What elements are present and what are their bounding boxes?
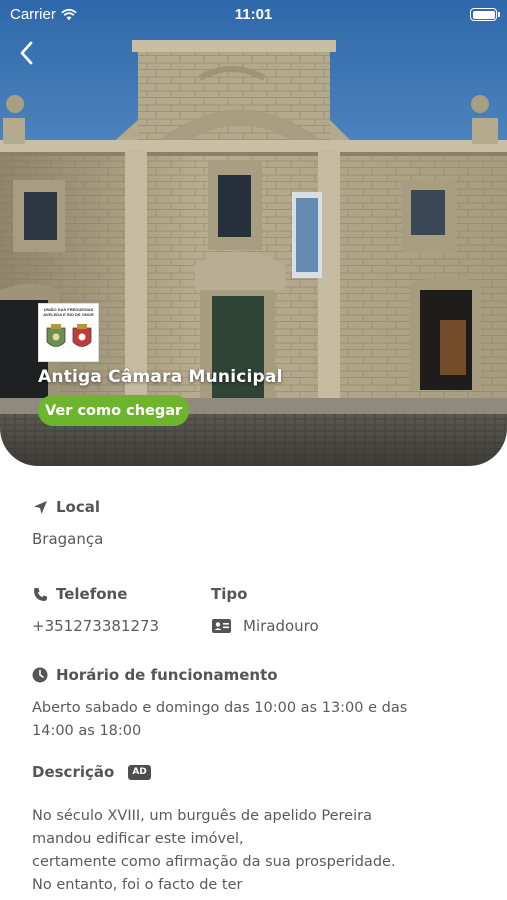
battery-icon (470, 8, 500, 21)
clock-icon (32, 667, 48, 683)
back-button[interactable] (12, 38, 40, 68)
status-bar: Carrier 11:01 (0, 0, 507, 30)
audio-description-badge[interactable]: AD (128, 764, 151, 780)
directions-button[interactable]: Ver como chegar (38, 395, 190, 426)
location-heading: Local (32, 498, 100, 516)
phone-label: Telefone (56, 585, 128, 603)
description-heading: Descrição AD (32, 763, 151, 781)
description-line: No entanto, foi o facto de ter (32, 877, 243, 893)
hours-line: Aberto sabado e domingo das 10:00 as 13:… (32, 700, 408, 716)
coat-of-arms-icon (46, 324, 92, 347)
hours-line: 14:00 as 18:00 (32, 723, 142, 739)
description-label: Descrição (32, 763, 115, 781)
type-row: Miradouro (211, 617, 319, 635)
hours-text: Aberto sabado e domingo das 10:00 as 13:… (32, 697, 482, 743)
description-line: mandou edificar este imóvel, (32, 831, 244, 847)
location-value: Bragança (32, 530, 104, 548)
phone-heading: Telefone (32, 585, 127, 603)
description-line: certamente como afirmação da sua prosper… (32, 854, 396, 870)
back-chevron-icon (16, 40, 36, 66)
description-line: No século XVIII, um burguês de apelido P… (32, 808, 372, 824)
place-title: Antiga Câmara Municipal (38, 367, 283, 387)
location-arrow-icon (32, 499, 48, 515)
status-time: 11:01 (234, 6, 273, 23)
description-text: No século XVIII, um burguês de apelido P… (32, 805, 482, 897)
type-heading: Tipo (211, 585, 247, 603)
id-card-icon (211, 618, 231, 634)
hero-image: Carrier 11:01 UNIÃO DAS FREGUESIAS AVELE… (0, 0, 507, 466)
phone-value[interactable]: +351273381273 (32, 617, 159, 635)
hours-heading: Horário de funcionamento (32, 666, 278, 684)
location-label: Local (56, 498, 101, 516)
organization-logo: UNIÃO DAS FREGUESIAS AVELEDA E RIO DE ON… (38, 303, 99, 362)
hours-label: Horário de funcionamento (56, 666, 278, 684)
type-label: Tipo (211, 585, 248, 603)
phone-icon (32, 586, 48, 602)
type-value: Miradouro (243, 617, 319, 635)
